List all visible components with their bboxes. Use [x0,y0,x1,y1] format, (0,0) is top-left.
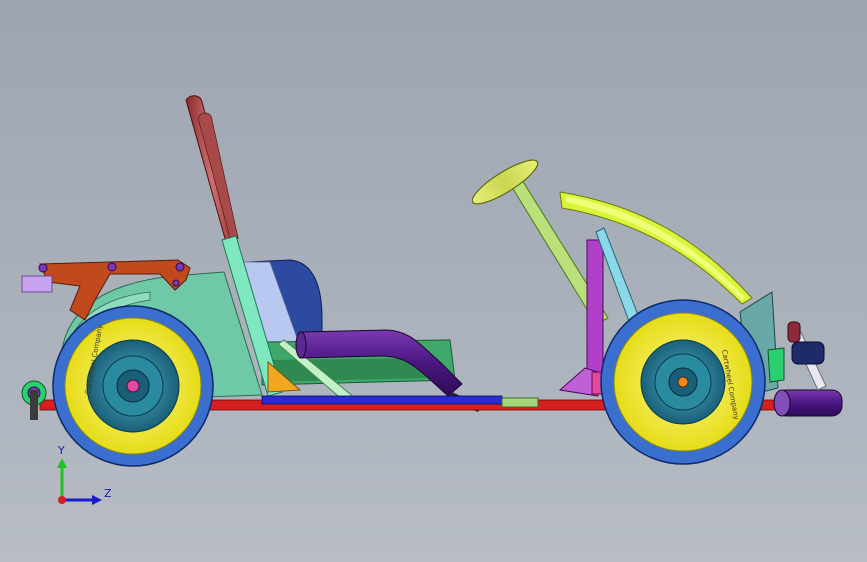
front-bracket-green[interactable] [767,347,785,383]
rear-light-block[interactable] [21,275,53,293]
x-axis-dot [58,496,66,504]
cad-viewport[interactable]: Cartwheel Company Cartwheel Company Y Z [0,0,867,562]
y-axis-label: Y [57,444,65,457]
seat-back-bar[interactable] [185,95,239,243]
rear-hitch[interactable] [21,380,47,420]
z-axis-label: Z [104,487,112,500]
rear-wheel[interactable]: Cartwheel Company [52,305,214,467]
front-wheel[interactable]: Cartwheel Company [600,299,766,465]
